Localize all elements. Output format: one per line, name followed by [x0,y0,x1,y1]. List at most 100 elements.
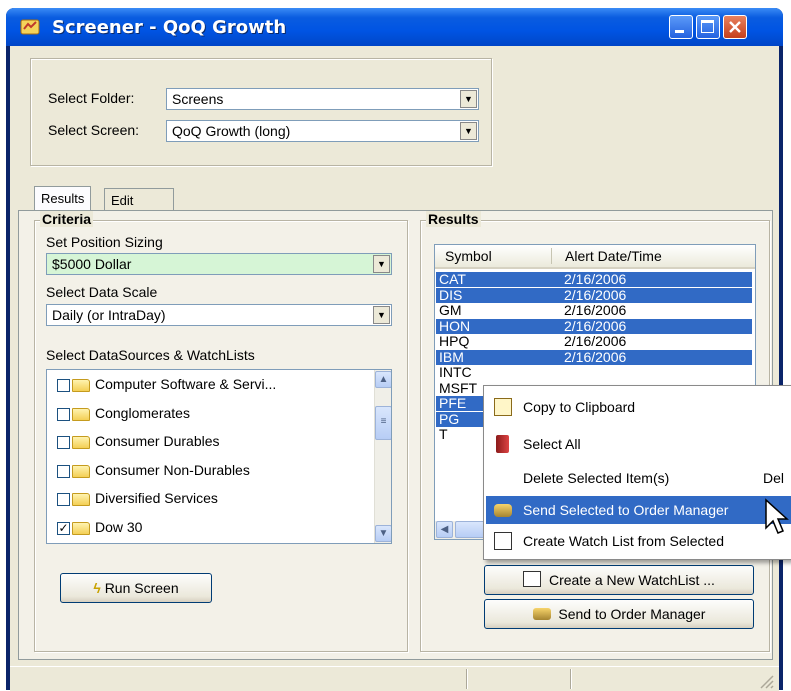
watchlist-icon [523,571,542,587]
symbol-cell: T [439,426,448,442]
chevron-down-icon[interactable]: ▼ [373,255,390,273]
datasource-label: Computer Software & Servi... [95,376,277,392]
datasources-list[interactable]: Computer Software & Servi... Conglomerate… [46,369,392,544]
datasource-label: Conglomerates [95,404,190,421]
checkbox[interactable] [57,493,70,506]
position-sizing-select[interactable]: $5000 Dollar ▼ [46,253,392,275]
symbol-cell: PG [439,410,460,427]
close-icon [729,21,741,33]
symbol-cell: HON [439,317,471,334]
screen-label: Select Screen: [48,122,140,138]
datasources-label: Select DataSources & WatchLists [46,347,255,363]
folder-icon [72,436,90,449]
datasource-item[interactable]: Diversified Services [47,490,367,508]
resize-grip-icon[interactable] [758,673,774,689]
column-symbol[interactable]: Symbol [445,248,492,264]
menu-shortcut: Del [763,470,785,486]
menu-item[interactable]: Delete Selected Item(s) Del [486,464,791,492]
tab-results-label: Results [41,191,85,206]
column-alert-date[interactable]: Alert Date/Time [565,248,662,264]
data-scale-value: Daily (or IntraDay) [52,307,166,323]
order-manager-icon [532,608,551,620]
folder-select[interactable]: Screens ▼ [166,88,479,110]
symbol-cell: GM [439,302,462,318]
lightning-icon: ϟ [93,580,101,596]
datasource-item[interactable]: Consumer Durables [47,433,367,451]
order-manager-icon [494,504,512,517]
chevron-down-icon[interactable]: ▼ [373,306,390,324]
run-screen-button[interactable]: ϟ Run Screen [60,573,212,603]
table-row[interactable]: CAT 2/16/2006 [436,272,752,287]
screener-window: Screener - QoQ Growth Select Folder: Scr… [6,8,783,691]
datasource-label: Consumer Durables [95,433,220,449]
checkbox[interactable] [57,407,70,421]
alert-date-cell: 2/16/2006 [564,333,627,349]
datasource-label: Consumer Non-Durables [95,461,250,478]
data-scale-label: Select Data Scale [46,284,158,300]
book-icon [496,435,509,453]
datasource-label: Diversified Services [95,490,218,506]
alert-date-cell: 2/16/2006 [564,302,627,318]
datasource-item[interactable]: Consumer Non-Durables [47,462,367,480]
maximize-icon [701,20,714,33]
scroll-thumb[interactable]: ≡ [375,406,391,440]
position-sizing-value: $5000 Dollar [52,256,132,272]
table-row[interactable]: GM 2/16/2006 [436,303,752,318]
maximize-button[interactable] [696,15,720,39]
app-icon [20,19,40,35]
create-watchlist-button[interactable]: Create a New WatchList ... [484,565,754,595]
close-button[interactable] [723,15,747,39]
folder-label: Select Folder: [48,90,135,106]
create-watchlist-label: Create a New WatchList ... [548,572,715,588]
datasource-item[interactable]: Conglomerates [47,405,367,423]
symbol-cell: INTC [439,364,472,380]
minimize-button[interactable] [669,15,693,39]
datasource-item[interactable]: Computer Software & Servi... [47,376,367,394]
table-row[interactable]: INTC [436,365,752,380]
alert-date-cell: 2/16/2006 [564,348,627,365]
table-row[interactable]: DIS 2/16/2006 [436,286,752,303]
symbol-cell: HPQ [439,333,470,349]
menu-item[interactable]: Send Selected to Order Manager [486,496,791,524]
folder-value: Screens [172,91,224,107]
checkbox[interactable] [57,464,70,478]
menu-item[interactable]: Create Watch List from Selected [486,527,791,555]
folder-icon [72,379,90,392]
selection-group [30,58,492,166]
tab-results[interactable]: Results [34,186,92,211]
datasource-item[interactable]: ✓ Dow 30 [47,519,367,537]
mouse-cursor-icon [765,498,789,534]
send-to-order-manager-button[interactable]: Send to Order Manager [484,599,754,629]
datasource-label: Dow 30 [95,518,143,535]
symbol-cell: MSFT [439,379,478,396]
tab-edit[interactable]: Edit [104,188,175,210]
menu-item[interactable]: Copy to Clipboard [486,393,791,421]
symbol-cell: PFE [439,395,467,411]
folder-icon [72,407,90,421]
data-scale-select[interactable]: Daily (or IntraDay) ▼ [46,304,392,326]
screen-select[interactable]: QoQ Growth (long) ▼ [166,120,479,142]
alert-date-cell: 2/16/2006 [564,271,627,287]
symbol-cell: CAT [439,271,466,287]
send-to-order-manager-label: Send to Order Manager [558,606,706,622]
screen-value: QoQ Growth (long) [172,123,291,139]
chevron-down-icon[interactable]: ▼ [460,122,477,140]
table-row[interactable]: HON 2/16/2006 [436,317,752,334]
checkbox[interactable] [57,379,70,392]
folder-icon [72,464,90,478]
scroll-down-icon[interactable]: ▼ [375,525,391,542]
datasources-scrollbar[interactable]: ▲ ≡ ▼ [374,370,391,543]
alert-date-cell: 2/16/2006 [564,286,627,303]
alert-date-cell: 2/16/2006 [564,317,627,334]
checkbox[interactable]: ✓ [57,521,70,535]
scroll-left-icon[interactable]: ◀ [436,521,453,538]
menu-item[interactable]: Select All [486,430,791,458]
table-row[interactable]: IBM 2/16/2006 [436,348,752,365]
table-row[interactable]: HPQ 2/16/2006 [436,334,752,349]
checkbox[interactable] [57,436,70,449]
menu-item-label: Create Watch List from Selected [523,533,725,549]
title-bar[interactable]: Screener - QoQ Growth [6,8,783,46]
scroll-up-icon[interactable]: ▲ [375,371,391,388]
chevron-down-icon[interactable]: ▼ [460,90,477,108]
context-menu: Copy to Clipboard Select All Delete Select… [483,385,791,560]
